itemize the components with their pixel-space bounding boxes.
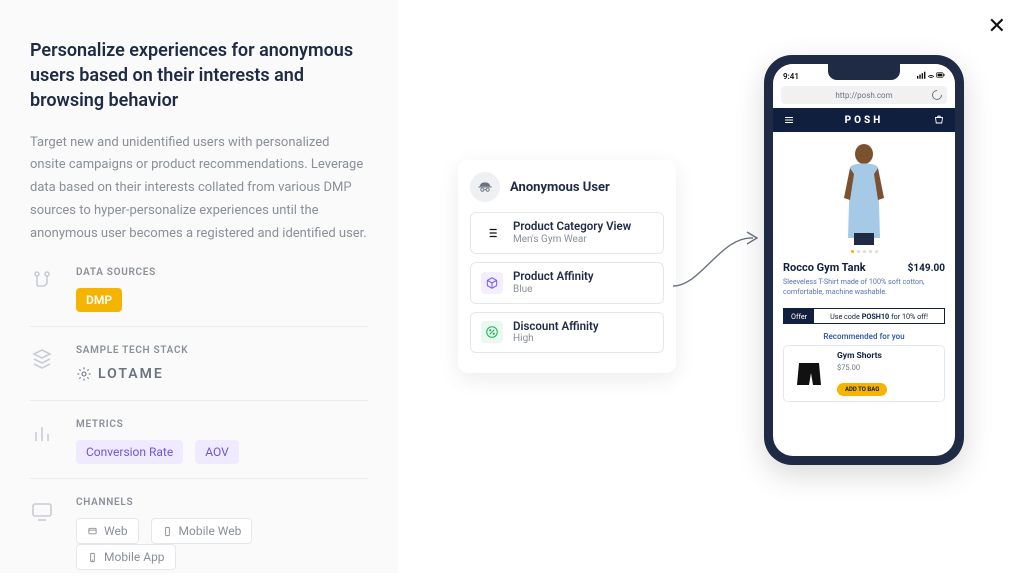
- channels-label: CHANNELS: [76, 497, 368, 508]
- product-price: $149.00: [908, 263, 945, 274]
- recommended-thumb: [789, 355, 829, 393]
- row-sub: Men's Gym Wear: [513, 234, 631, 246]
- channels-icon: [30, 499, 54, 527]
- illustration-pane: ✕ Anonymous User: [398, 0, 1024, 573]
- url-bar: http://posh.com: [781, 86, 947, 104]
- recommended-section: Recommended for you Gym Shorts $75.00 AD…: [783, 332, 945, 402]
- box-icon: [481, 272, 503, 294]
- offer-tag: Offer: [784, 309, 814, 323]
- product-info: Rocco Gym Tank $149.00 Sleeveless T-Shir…: [773, 259, 955, 302]
- card-row: Product Category View Men's Gym Wear: [470, 212, 664, 254]
- tech-stack-label: SAMPLE TECH STACK: [76, 345, 368, 356]
- data-sources-label: DATA SOURCES: [76, 267, 368, 278]
- mobile-app-icon: [87, 552, 98, 563]
- product-image-area: [773, 132, 955, 259]
- product-name: Rocco Gym Tank: [783, 261, 866, 274]
- metric-pill: Conversion Rate: [76, 440, 183, 464]
- phone-mockup: 9:41 http://posh.com: [764, 55, 964, 465]
- offer-text: Use code POSH10 for 10% off!: [814, 309, 944, 323]
- row-title: Discount Affinity: [513, 320, 599, 334]
- lotame-text: LOTAME: [98, 366, 164, 382]
- anonymous-user-icon: [470, 172, 500, 202]
- channel-pill: Mobile Web: [151, 518, 253, 544]
- recommended-heading: Recommended for you: [783, 332, 945, 341]
- channels-section: CHANNELS Web Mobile Web Mobile App: [30, 497, 368, 584]
- metrics-label: METRICS: [76, 419, 368, 430]
- data-source-pill: DMP: [76, 288, 122, 312]
- web-icon: [87, 526, 98, 537]
- store-header: POSH: [773, 108, 955, 132]
- tech-stack-section: SAMPLE TECH STACK LOTAME: [30, 345, 368, 401]
- channel-pill: Mobile App: [76, 544, 176, 570]
- tech-stack-icon: [30, 347, 54, 375]
- reload-icon: [930, 88, 944, 102]
- recommended-card: Gym Shorts $75.00 ADD TO BAG: [783, 345, 945, 402]
- anonymous-user-card: Anonymous User Product Category View Men…: [458, 160, 676, 373]
- data-sources-icon: [30, 269, 54, 297]
- card-row: Discount Affinity High: [470, 312, 664, 354]
- row-title: Product Affinity: [513, 270, 594, 284]
- page-description: Target new and unidentified users with p…: [30, 132, 368, 246]
- card-row: Product Affinity Blue: [470, 262, 664, 304]
- carousel-dots: [781, 250, 947, 253]
- data-sources-section: DATA SOURCES DMP: [30, 267, 368, 327]
- lotame-gear-icon: [76, 366, 92, 382]
- metrics-section: METRICS Conversion Rate AOV: [30, 419, 368, 479]
- phone-notch: [828, 64, 900, 80]
- metric-pill: AOV: [195, 440, 239, 464]
- offer-bar: Offer Use code POSH10 for 10% off!: [783, 308, 945, 324]
- info-panel: Personalize experiences for anonymous us…: [0, 0, 398, 573]
- status-icons: [917, 71, 945, 81]
- row-sub: High: [513, 333, 599, 345]
- product-description: Sleeveless T-Shirt made of 100% soft cot…: [783, 277, 945, 296]
- recommended-price: $75.00: [837, 363, 887, 372]
- add-to-bag-button: ADD TO BAG: [837, 383, 887, 396]
- connector-arrow-icon: [671, 228, 761, 288]
- list-icon: [481, 222, 503, 244]
- card-title: Anonymous User: [510, 180, 610, 195]
- product-image: [828, 138, 900, 246]
- hamburger-icon: [783, 114, 795, 126]
- lotame-logo: LOTAME: [76, 366, 164, 382]
- mobile-web-icon: [162, 526, 173, 537]
- phone-time: 9:41: [783, 72, 799, 81]
- url-text: http://posh.com: [835, 91, 892, 100]
- discount-icon: [481, 321, 503, 343]
- row-sub: Blue: [513, 284, 594, 296]
- page-title: Personalize experiences for anonymous us…: [30, 38, 368, 114]
- metrics-icon: [30, 421, 54, 449]
- recommended-name: Gym Shorts: [837, 351, 887, 361]
- store-logo: POSH: [845, 115, 884, 126]
- cart-icon: [933, 114, 945, 126]
- channel-pill: Web: [76, 518, 139, 544]
- row-title: Product Category View: [513, 220, 631, 234]
